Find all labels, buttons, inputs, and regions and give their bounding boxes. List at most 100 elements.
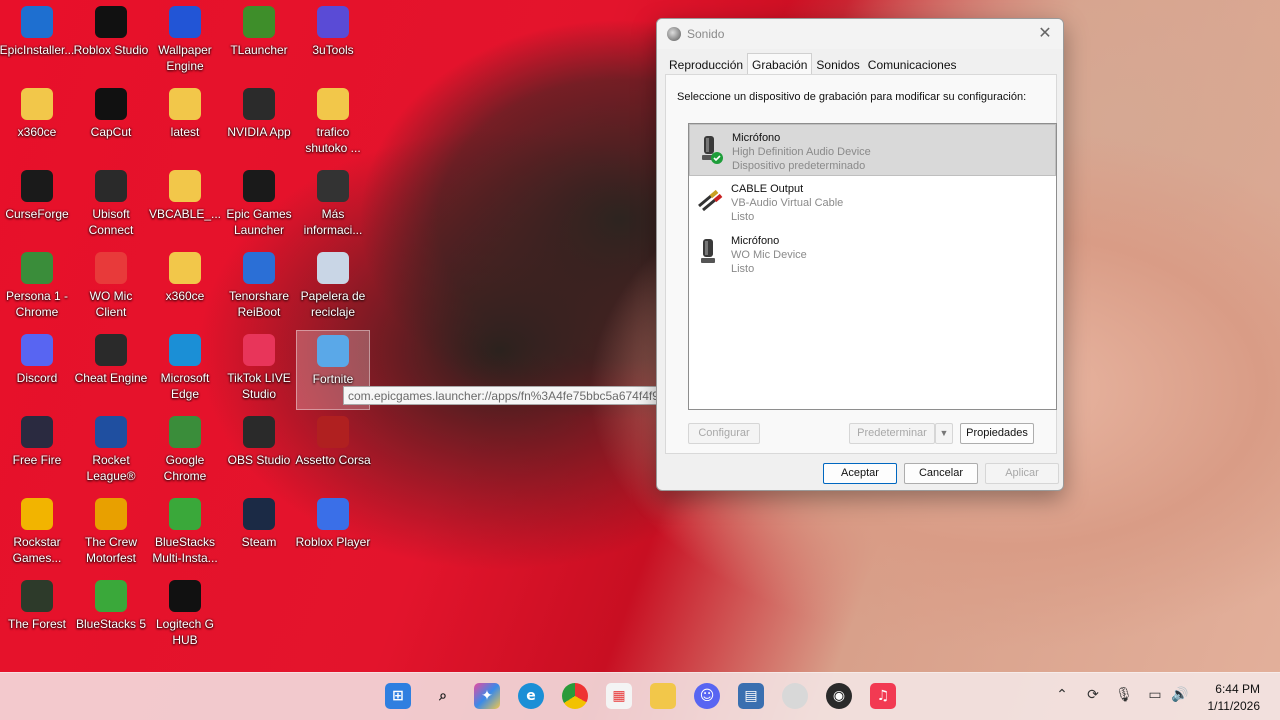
desktop-icon[interactable]: Free Fire bbox=[0, 412, 74, 492]
desktop-icon[interactable]: x360ce bbox=[0, 84, 74, 164]
desktop-icon-label: WO Mic Client bbox=[89, 289, 133, 319]
clock[interactable]: 6:44 PM 1/11/2026 bbox=[1208, 681, 1261, 715]
desktop-icon-label: 3uTools bbox=[312, 43, 354, 57]
desktop-icon[interactable]: Ubisoft Connect bbox=[74, 166, 148, 246]
desktop-icon[interactable]: Más informaci... bbox=[296, 166, 370, 246]
desktop-icon-label: BlueStacks Multi-Insta... bbox=[152, 535, 218, 565]
bluestacks-multi-icon bbox=[169, 498, 201, 530]
device-desc: High Definition Audio Device bbox=[732, 146, 871, 158]
nvidia-icon bbox=[243, 88, 275, 120]
desktop-icon[interactable]: WO Mic Client bbox=[74, 248, 148, 328]
desktop-icon[interactable]: trafico shutoko ... bbox=[296, 84, 370, 164]
desktop-icon-label: NVIDIA App bbox=[227, 125, 291, 139]
epic-games-icon bbox=[243, 170, 275, 202]
desktop-icon[interactable]: BlueStacks Multi-Insta... bbox=[148, 494, 222, 574]
desktop-icon[interactable]: Steam bbox=[222, 494, 296, 574]
microsoft-store-icon[interactable]: ▦ bbox=[606, 683, 632, 709]
rockstar-icon bbox=[21, 498, 53, 530]
device-name: Micrófono bbox=[732, 132, 781, 144]
desktop-icon-label: Papelera de reciclaje bbox=[300, 289, 366, 319]
desktop-icon[interactable]: Cheat Engine bbox=[74, 330, 148, 410]
desktop-icon[interactable]: Assetto Corsa bbox=[295, 412, 371, 492]
desktop-icon[interactable]: OBS Studio bbox=[222, 412, 296, 492]
desktop-icon[interactable]: Papelera de reciclaje bbox=[296, 248, 370, 328]
chrome-icon[interactable] bbox=[562, 683, 588, 709]
desktop-icon[interactable]: Microsoft Edge bbox=[148, 330, 222, 410]
folder-icon bbox=[317, 88, 349, 120]
tab-reproduccion[interactable]: Reproducción bbox=[665, 55, 747, 75]
desktop-icon[interactable]: VBCABLE_... bbox=[148, 166, 222, 246]
discord-icon[interactable]: ☺ bbox=[694, 683, 720, 709]
properties-button[interactable]: Propiedades bbox=[960, 423, 1034, 444]
desktop-icon[interactable]: BlueStacks 5 bbox=[74, 576, 148, 656]
device-item[interactable]: Micrófono High Definition Audio Device D… bbox=[689, 124, 1056, 176]
desktop-icon[interactable]: Rocket League® bbox=[74, 412, 148, 492]
wallpaper-engine-icon bbox=[169, 6, 201, 38]
discord-icon bbox=[21, 334, 53, 366]
desktop-icon[interactable]: x360ce bbox=[148, 248, 222, 328]
epic-installer-icon bbox=[21, 6, 53, 38]
free-fire-icon bbox=[21, 416, 53, 448]
desktop-icon-label: trafico shutoko ... bbox=[305, 125, 361, 155]
desktop-icon[interactable]: NVIDIA App bbox=[222, 84, 296, 164]
set-default-button[interactable]: Predeterminar bbox=[849, 423, 935, 444]
device-item[interactable]: Micrófono WO Mic Device Listo bbox=[689, 228, 1056, 280]
tab-sonidos[interactable]: Sonidos bbox=[812, 55, 863, 75]
dialog-titlebar[interactable]: Sonido ✕ bbox=[657, 19, 1063, 49]
desktop-icon[interactable]: CurseForge bbox=[0, 166, 74, 246]
desktop-icon[interactable]: Rockstar Games... bbox=[0, 494, 74, 574]
clock-date: 1/11/2026 bbox=[1207, 699, 1261, 713]
chevron-up-icon[interactable]: ⌃ bbox=[1052, 687, 1072, 707]
instruction-text: Seleccione un dispositivo de grabación p… bbox=[677, 91, 1027, 103]
search-icon[interactable]: ⌕ bbox=[430, 683, 456, 709]
rocket-league-icon bbox=[95, 416, 127, 448]
chevron-down-icon: ▼ bbox=[939, 428, 949, 438]
desktop-icon[interactable]: Tenorshare ReiBoot bbox=[222, 248, 296, 328]
accept-button[interactable]: Aceptar bbox=[823, 463, 897, 484]
desktop-icon[interactable]: Epic Games Launcher bbox=[222, 166, 296, 246]
the-forest-icon bbox=[21, 580, 53, 612]
volume-icon[interactable]: 🔊 bbox=[1170, 687, 1190, 707]
desktop-icon[interactable]: Google Chrome bbox=[148, 412, 222, 492]
start-menu-icon[interactable]: ⊞ bbox=[385, 683, 411, 709]
desktop-icon[interactable]: EpicInstaller... bbox=[0, 2, 74, 82]
microphone-tray-icon[interactable]: 🎙 bbox=[1114, 687, 1134, 707]
sound-app-icon[interactable] bbox=[782, 683, 808, 709]
desktop-icon-label: x360ce bbox=[17, 125, 57, 139]
clock-time: 6:44 PM bbox=[1215, 682, 1260, 696]
device-item[interactable]: CABLE Output VB-Audio Virtual Cable List… bbox=[689, 176, 1056, 228]
desktop-icon[interactable]: latest bbox=[148, 84, 222, 164]
desktop-icon-label: OBS Studio bbox=[227, 453, 291, 467]
desktop-icon[interactable]: Logitech G HUB bbox=[148, 576, 222, 656]
edge-icon[interactable]: e bbox=[518, 683, 544, 709]
desktop-icon[interactable]: TikTok LIVE Studio bbox=[222, 330, 296, 410]
tab-grabacion[interactable]: Grabación bbox=[747, 53, 813, 75]
desktop-icon[interactable]: Discord bbox=[0, 330, 74, 410]
apple-music-icon[interactable]: ♫ bbox=[870, 683, 896, 709]
copilot-icon[interactable]: ✦ bbox=[474, 683, 500, 709]
cancel-button[interactable]: Cancelar bbox=[904, 463, 978, 484]
desktop-icon[interactable]: CapCut bbox=[74, 84, 148, 164]
configure-button[interactable]: Configurar bbox=[688, 423, 760, 444]
set-default-dropdown[interactable]: ▼ bbox=[935, 423, 953, 444]
desktop-icon[interactable]: Roblox Studio bbox=[74, 2, 148, 82]
apply-button[interactable]: Aplicar bbox=[985, 463, 1059, 484]
desktop-icon-label: Más informaci... bbox=[303, 207, 363, 237]
obs-icon[interactable]: ◉ bbox=[826, 683, 852, 709]
desktop-icon[interactable]: The Forest bbox=[0, 576, 74, 656]
control-panel-icon[interactable]: ▤ bbox=[738, 683, 764, 709]
desktop-icon[interactable]: Persona 1 - Chrome bbox=[0, 248, 74, 328]
desktop-icon[interactable]: Wallpaper Engine bbox=[148, 2, 222, 82]
fortnite-icon bbox=[317, 335, 349, 367]
folder-icon bbox=[169, 252, 201, 284]
desktop-icon[interactable]: The Crew Motorfest bbox=[74, 494, 148, 574]
desktop-icon[interactable]: TLauncher bbox=[222, 2, 296, 82]
sync-icon[interactable]: ⟳ bbox=[1083, 687, 1103, 707]
tab-comunicaciones[interactable]: Comunicaciones bbox=[864, 55, 961, 75]
close-icon[interactable]: ✕ bbox=[1035, 25, 1055, 43]
desktop-icon[interactable]: 3uTools bbox=[296, 2, 370, 82]
file-explorer-icon[interactable] bbox=[650, 683, 676, 709]
obs-icon bbox=[243, 416, 275, 448]
network-icon[interactable]: ▭ bbox=[1145, 687, 1165, 707]
desktop-icon[interactable]: Roblox Player bbox=[296, 494, 370, 574]
